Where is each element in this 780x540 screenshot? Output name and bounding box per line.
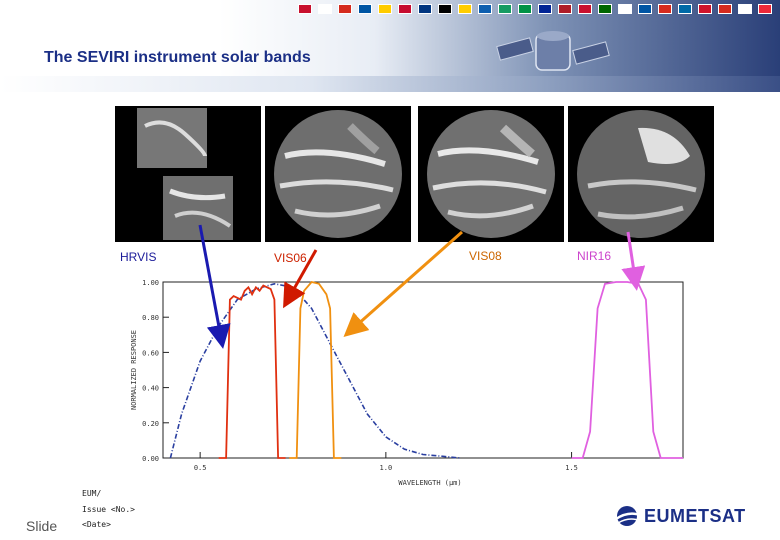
series-line-nir16	[571, 281, 683, 459]
series-line-hrvis	[169, 282, 461, 459]
arrow-nir16	[621, 231, 646, 291]
y-tick-label: 1.00	[142, 279, 159, 287]
eumetsat-logo: EUMETSAT	[614, 503, 774, 529]
footer-date: <Date>	[82, 520, 111, 529]
y-tick-label: 0.40	[142, 385, 159, 393]
x-tick-label: 1.5	[565, 464, 578, 472]
footer-issue: Issue <No.>	[82, 505, 135, 514]
x-tick-label: 1.0	[380, 464, 393, 472]
y-axis-ticks: 0.00 0.20 0.40 0.60 0.80 1.00	[142, 279, 169, 463]
plot-frame	[162, 281, 684, 459]
spectral-response-chart: 0.00 0.20 0.40 0.60 0.80 1.00 0.5 1.0 1.5 NORMA…	[130, 224, 684, 487]
slide-label: Slide	[26, 518, 58, 534]
y-tick-label: 0.80	[142, 314, 159, 322]
eumetsat-logo-text: EUMETSAT	[644, 506, 746, 526]
footer-eum: EUM/	[82, 489, 102, 498]
series-group	[169, 280, 683, 459]
y-axis-label: NORMALIZED RESPONSE	[130, 330, 138, 410]
y-tick-label: 0.00	[142, 455, 159, 463]
arrow-vis06	[283, 249, 318, 309]
y-tick-label: 0.20	[142, 420, 159, 428]
y-tick-label: 0.60	[142, 349, 159, 357]
arrow-hrvis	[198, 224, 231, 349]
series-line-vis08	[289, 280, 342, 459]
x-axis-label: WAVELENGTH (μm)	[398, 479, 461, 487]
x-axis-ticks: 0.5 1.0 1.5	[194, 452, 578, 472]
series-line-vis06	[218, 284, 286, 459]
x-tick-label: 0.5	[194, 464, 207, 472]
eumetsat-globe-icon	[615, 506, 641, 526]
